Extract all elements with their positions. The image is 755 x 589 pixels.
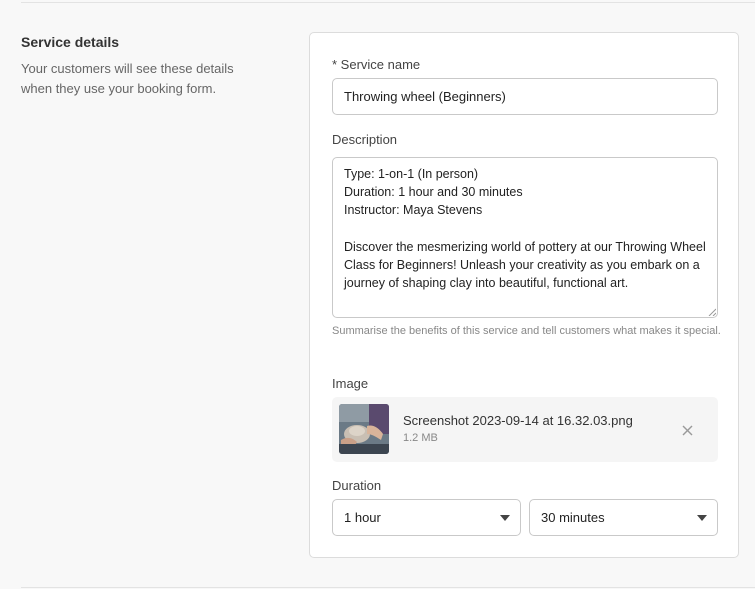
close-icon (682, 425, 692, 435)
duration-minutes-select[interactable]: 30 minutes (529, 499, 718, 536)
top-divider (21, 2, 755, 3)
bottom-divider (21, 587, 755, 588)
image-label: Image (332, 376, 369, 391)
remove-image-button[interactable] (678, 421, 696, 439)
resize-handle-icon[interactable] (708, 308, 716, 316)
caret-down-icon (697, 515, 707, 521)
image-file-size: 1.2 MB (403, 432, 438, 444)
section-title: Service details (21, 34, 120, 50)
service-details-card: * Service name Description Type: 1-on-1 … (309, 32, 739, 558)
caret-down-icon (500, 515, 510, 521)
description-label: Description (332, 132, 398, 147)
service-name-input[interactable] (332, 78, 718, 115)
duration-minutes-value: 30 minutes (541, 510, 605, 525)
service-name-label: * Service name (332, 57, 421, 72)
duration-hours-select[interactable]: 1 hour (332, 499, 521, 536)
section-description: Your customers will see these details wh… (21, 61, 234, 96)
image-upload-item: Screenshot 2023-09-14 at 16.32.03.png 1.… (332, 397, 718, 462)
image-thumbnail (339, 404, 389, 454)
description-helper-text: Summarise the benefits of this service a… (332, 325, 721, 337)
duration-label: Duration (332, 478, 382, 493)
image-file-name: Screenshot 2023-09-14 at 16.32.03.png (403, 413, 633, 428)
section-intro: Service details Your customers will see … (21, 33, 261, 99)
description-textarea[interactable]: Type: 1-on-1 (In person) Duration: 1 hou… (332, 157, 718, 318)
duration-hours-value: 1 hour (344, 510, 381, 525)
